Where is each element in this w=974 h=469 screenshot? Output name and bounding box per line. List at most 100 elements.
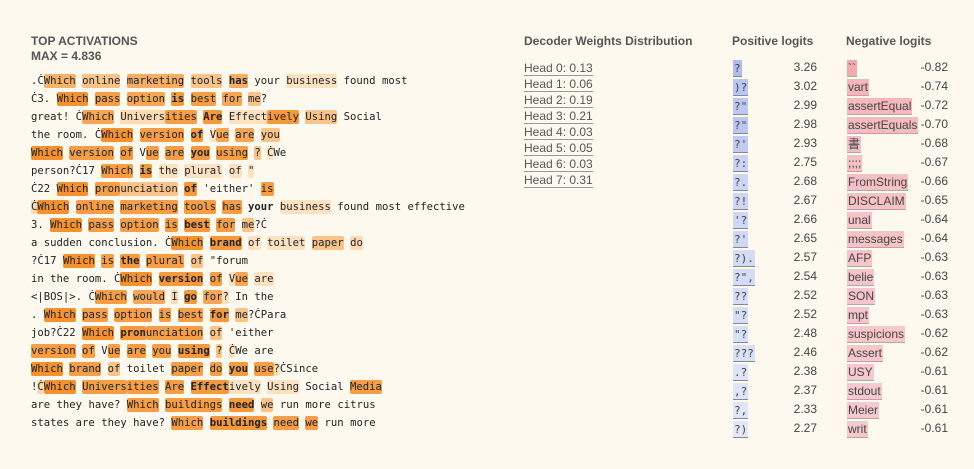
activation-token[interactable]: Since	[286, 362, 318, 376]
activation-token[interactable]: .	[152, 236, 158, 250]
activation-token[interactable]: of	[184, 182, 197, 196]
activation-token[interactable]: you	[152, 344, 172, 358]
activation-token[interactable]: of	[82, 344, 95, 358]
activation-token[interactable]: ?	[50, 326, 56, 340]
activation-token[interactable]: .	[101, 272, 107, 286]
activation-token[interactable]: do	[209, 362, 223, 376]
negative-logit-token[interactable]: DISCLAIM	[847, 193, 906, 210]
activation-token[interactable]: unciation	[145, 326, 204, 340]
activation-token[interactable]: plural	[145, 254, 185, 268]
activation-token[interactable]: option	[113, 308, 153, 322]
activation-token[interactable]: pass	[94, 92, 121, 106]
activation-token[interactable]: V	[101, 344, 107, 358]
activation-token[interactable]: has	[228, 74, 248, 88]
activation-token[interactable]	[203, 254, 209, 268]
activation-token[interactable]: marketing	[126, 74, 185, 88]
activation-token[interactable]: Univers	[120, 110, 165, 124]
activation-token[interactable]: Which	[37, 200, 70, 214]
activation-token[interactable]: marketing	[120, 200, 178, 214]
activation-token[interactable]	[184, 254, 190, 268]
activation-token[interactable]: 22	[37, 182, 50, 196]
activation-token[interactable]	[369, 200, 375, 214]
negative-logit-token[interactable]: FromString	[847, 174, 909, 191]
activation-token[interactable]: forum	[216, 254, 248, 268]
activation-token[interactable]: are	[254, 272, 274, 286]
activation-token[interactable]: you	[260, 128, 280, 142]
activation-token[interactable]: 17	[44, 254, 57, 268]
activation-token[interactable]	[203, 272, 209, 286]
positive-logit-token[interactable]: .?	[733, 364, 749, 381]
activation-token[interactable]: Which	[31, 146, 63, 160]
activation-token[interactable]	[120, 74, 126, 88]
activation-token[interactable]: version	[69, 146, 114, 160]
decoder-head-item[interactable]: Head 2: 0.19	[524, 92, 714, 108]
activation-token[interactable]: 3	[37, 92, 43, 106]
positive-logit-token[interactable]: ?)	[733, 421, 749, 438]
activation-token[interactable]: Ċ	[267, 146, 274, 160]
activation-token[interactable]: paper	[311, 236, 344, 250]
activation-token[interactable]	[203, 362, 209, 376]
activation-token[interactable]: Which	[62, 254, 95, 268]
negative-logit-token[interactable]: SON	[847, 288, 876, 305]
activation-token[interactable]	[184, 74, 190, 88]
positive-logit-token[interactable]: ?:	[733, 155, 749, 172]
activation-token[interactable]: for	[203, 290, 223, 304]
activation-token[interactable]: Ċ	[37, 380, 44, 394]
positive-logit-token[interactable]: ?"	[733, 98, 749, 115]
activation-token[interactable]: ?	[69, 164, 75, 178]
activation-token[interactable]: 22	[63, 326, 76, 340]
negative-logit-token[interactable]: 書	[847, 136, 862, 153]
activation-token[interactable]: of	[107, 362, 121, 376]
activation-token[interactable]: <|BOS|>	[31, 290, 76, 304]
activation-token[interactable]: Which	[31, 362, 63, 376]
activation-token[interactable]: 17	[82, 164, 95, 178]
positive-logit-token[interactable]: ?",	[733, 269, 755, 286]
activation-token[interactable]: Social	[305, 380, 343, 394]
activation-token[interactable]	[57, 254, 63, 268]
activation-token[interactable]	[69, 200, 75, 214]
negative-logit-token[interactable]: mpt	[847, 307, 870, 324]
activation-token[interactable]: .	[37, 218, 43, 232]
activation-token[interactable]: tools	[184, 200, 217, 214]
activation-token[interactable]: ue	[107, 344, 121, 358]
activation-token[interactable]: is	[139, 164, 153, 178]
activation-token[interactable]: brand	[209, 236, 242, 250]
activation-token[interactable]	[152, 308, 158, 322]
activation-token[interactable]: more	[350, 416, 376, 430]
activation-token[interactable]: is	[171, 92, 185, 106]
activation-token[interactable]: in	[31, 272, 44, 286]
activation-token[interactable]	[50, 398, 56, 412]
activation-token[interactable]: me	[235, 308, 248, 322]
decoder-head-item[interactable]: Head 5: 0.05	[524, 140, 714, 156]
activation-token[interactable]: option	[126, 92, 166, 106]
activation-token[interactable]	[222, 164, 228, 178]
activation-token[interactable]: Which	[171, 416, 204, 430]
activation-token[interactable]: best	[184, 218, 210, 232]
activation-token[interactable]: more	[305, 398, 331, 412]
activation-token[interactable]: they	[57, 398, 83, 412]
activation-token[interactable]: Which	[94, 290, 127, 304]
activation-token[interactable]: Media	[350, 380, 382, 394]
activation-token[interactable]: plural	[184, 164, 223, 178]
activation-token[interactable]: best	[177, 308, 204, 322]
activation-token[interactable]: buildings	[209, 416, 268, 430]
activation-token[interactable]: Using	[305, 110, 338, 124]
activation-token[interactable]: "	[248, 164, 255, 178]
negative-logit-token[interactable]: assertEquals	[847, 117, 919, 134]
negative-logit-token[interactable]: USY	[847, 364, 874, 381]
activation-token[interactable]: ively	[267, 110, 299, 124]
activation-token[interactable]: online	[82, 74, 121, 88]
activation-token[interactable]	[152, 272, 158, 286]
activation-token[interactable]: citrus	[337, 398, 375, 412]
activation-token[interactable]: has	[222, 200, 242, 214]
decoder-head-item[interactable]: Head 1: 0.06	[524, 76, 714, 92]
activation-token[interactable]	[37, 236, 43, 250]
activation-token[interactable]: of	[190, 128, 204, 142]
activation-token[interactable]: unciation	[120, 182, 178, 196]
activation-token[interactable]	[203, 128, 209, 142]
activation-token[interactable]	[235, 218, 241, 232]
activation-token[interactable]: your	[254, 74, 280, 88]
activation-token[interactable]: do	[350, 236, 363, 250]
activation-token[interactable]: version	[31, 344, 76, 358]
activation-token[interactable]: we	[305, 416, 319, 430]
